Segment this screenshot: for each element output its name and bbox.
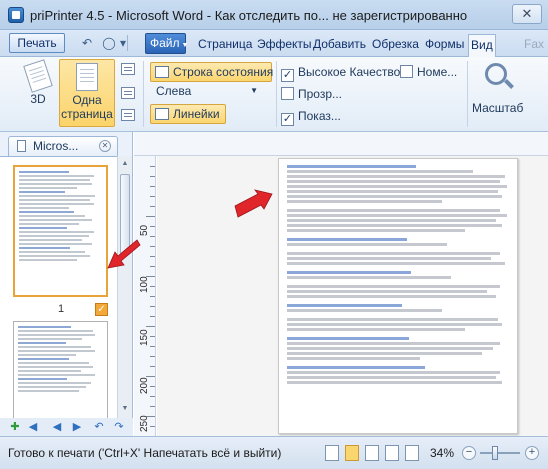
status-text: Готово к печати ('Ctrl+X' Напечатать всё… bbox=[8, 446, 282, 460]
zoom-in-button[interactable]: + bbox=[525, 446, 539, 460]
single-page-view-icon[interactable] bbox=[325, 445, 339, 461]
red-arrow-icon bbox=[107, 239, 141, 269]
zoom-level: 34% bbox=[430, 446, 455, 460]
zoom-slider-thumb[interactable] bbox=[492, 446, 498, 460]
full-screen-icon[interactable] bbox=[405, 445, 419, 461]
grid-view-icon[interactable] bbox=[385, 445, 399, 461]
red-arrow-icon bbox=[234, 189, 273, 218]
fit-page-view-icon[interactable] bbox=[345, 445, 359, 461]
zoom-out-button[interactable]: − bbox=[462, 446, 476, 460]
annotation-arrows bbox=[107, 189, 273, 269]
zoom-slider[interactable] bbox=[480, 452, 520, 454]
status-bar: Готово к печати ('Ctrl+X' Напечатать всё… bbox=[0, 436, 548, 469]
two-page-view-icon[interactable] bbox=[365, 445, 379, 461]
